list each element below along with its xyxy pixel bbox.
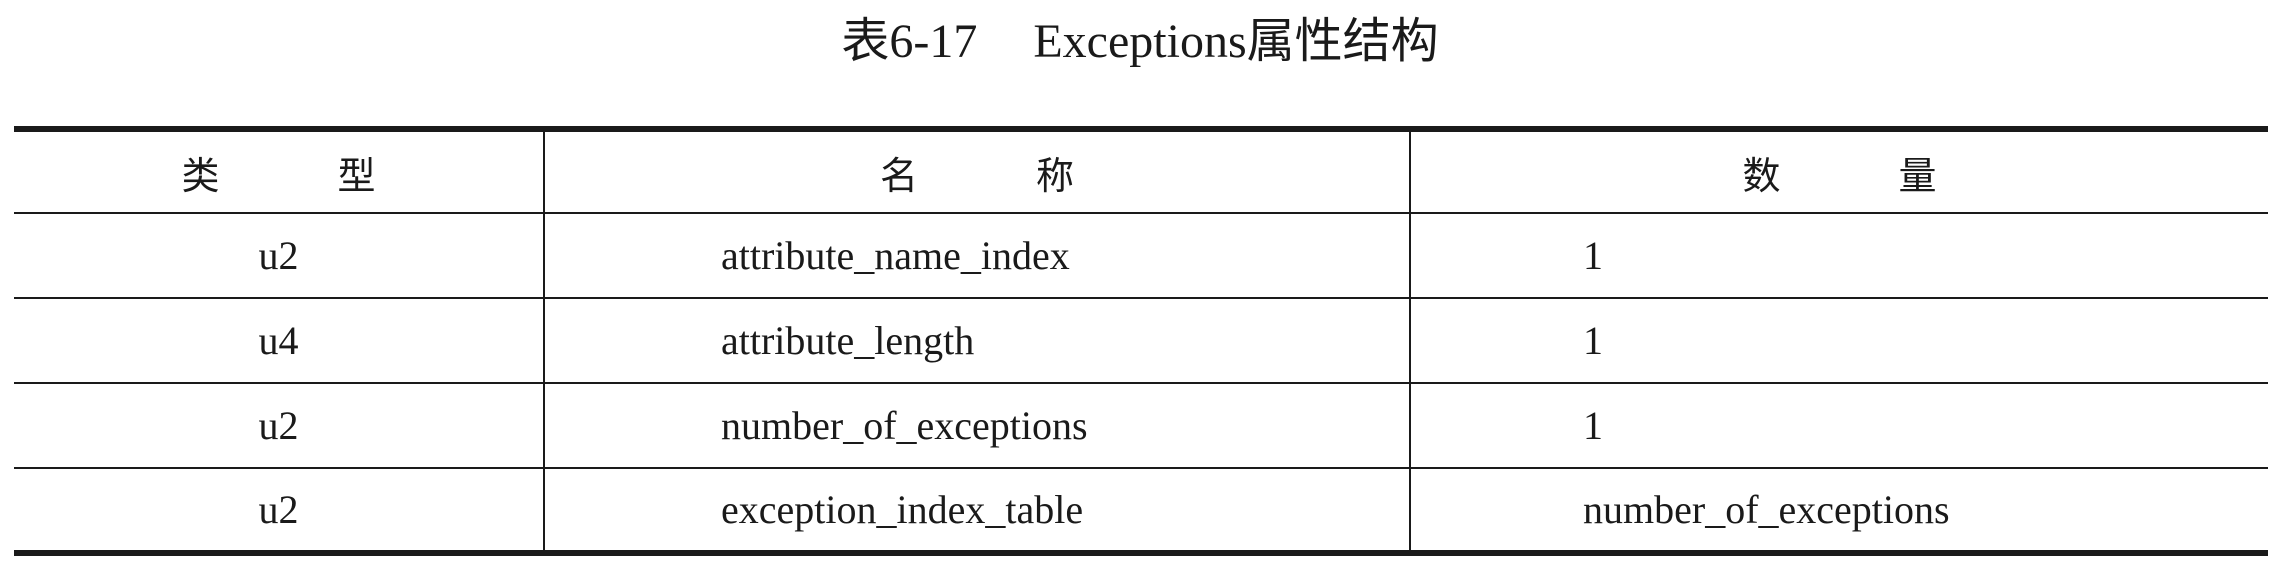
table-row: u2 number_of_exceptions 1	[14, 382, 2268, 469]
cell-name: attribute_length	[543, 297, 1410, 384]
cell-count: 1	[1409, 212, 2268, 299]
table-row: u2 attribute_name_index 1	[14, 212, 2268, 299]
caption-title: Exceptions属性结构	[1033, 15, 1439, 68]
cell-type: u4	[14, 297, 544, 384]
table-row: u2 exception_index_table number_of_excep…	[14, 467, 2268, 556]
cell-type: u2	[14, 382, 544, 469]
table-row: u4 attribute_length 1	[14, 297, 2268, 384]
cell-count: 1	[1409, 382, 2268, 469]
cell-name: number_of_exceptions	[543, 382, 1410, 469]
caption-number: 表6-17	[841, 15, 978, 68]
header-type: 类型	[14, 126, 544, 214]
cell-count: 1	[1409, 297, 2268, 384]
table-caption: 表6-17 Exceptions属性结构	[0, 10, 2280, 74]
cell-name: attribute_name_index	[543, 212, 1410, 299]
header-row: 类型 名称 数量	[14, 126, 2268, 214]
header-count: 数量	[1409, 126, 2268, 214]
cell-count: number_of_exceptions	[1409, 467, 2268, 556]
exceptions-attribute-table: 类型 名称 数量 u2 attribute_name_index 1 u4 at…	[14, 126, 2268, 556]
table-container: 类型 名称 数量 u2 attribute_name_index 1 u4 at…	[14, 126, 2268, 556]
cell-name: exception_index_table	[543, 467, 1410, 556]
cell-type: u2	[14, 212, 544, 299]
cell-type: u2	[14, 467, 544, 556]
header-name: 名称	[543, 126, 1410, 214]
